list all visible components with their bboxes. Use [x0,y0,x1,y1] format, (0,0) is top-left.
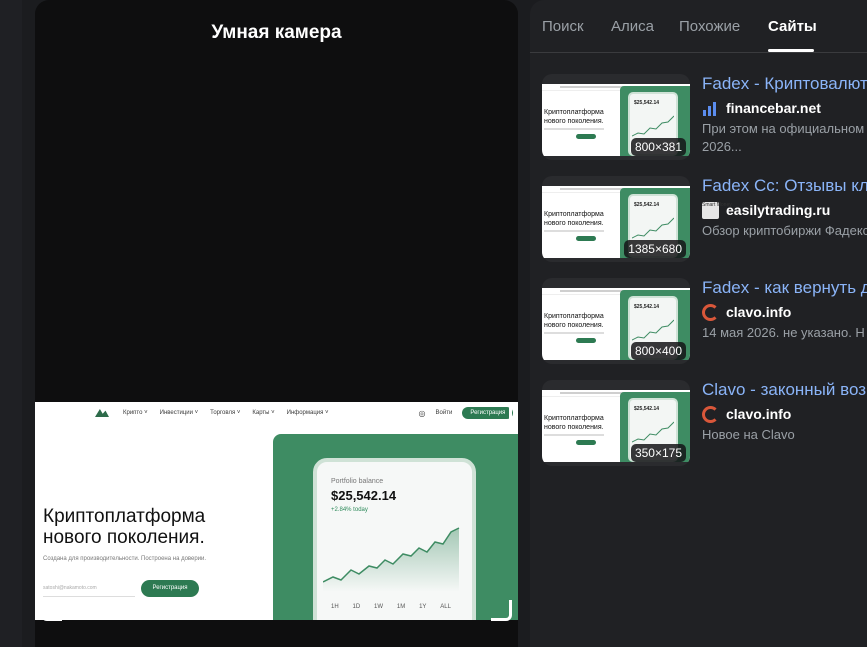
image-viewer: Умная камера Крипто ˅ Инвестиции ˅ Торго… [35,0,518,647]
range-1y: 1Y [419,604,427,610]
thumb-chart [632,319,674,341]
viewer-title: Умная камера [211,22,342,43]
result-thumbnail[interactable]: Криптоплатформа нового поколения. $25,54… [542,278,690,364]
thumb-chart [632,421,674,443]
chart-ranges: 1H 1D 1W 1M 1Y ALL [331,604,451,610]
thumb-balance: $25,542.14 [634,304,660,310]
thumb-button [576,134,596,139]
hero-subtitle: Создана для производительности. Построен… [43,556,207,562]
thumb-chart [632,115,674,137]
result-title[interactable]: Fadex - Криптовалютная [702,74,867,94]
thumb-balance: $25,542.14 [634,100,660,106]
image-size-badge: 350×175 [630,444,686,462]
result-description: 14 мая 2026. не указано. Н [702,325,865,340]
tab-similar[interactable]: Похожие [679,18,740,35]
result-source[interactable]: clavo.info [702,303,791,321]
crop-corner-top-right[interactable] [491,402,512,423]
result-title[interactable]: Clavo - законный возврат [702,380,867,400]
login-link: Войти [435,410,453,416]
nav-link: Торговля ˅ [210,410,241,416]
range-all: ALL [440,604,451,610]
thumb-subtitle [544,434,604,436]
thumb-balance: $25,542.14 [634,202,660,208]
result-site: clavo.info [726,406,792,422]
result-site: financebar.net [726,100,821,116]
result-title[interactable]: Fadex Cc: Отзывы клиентов [702,176,867,196]
result-description: Новое на Clavo [702,427,795,442]
balance-change: +2.84% today [331,507,368,513]
thumb-chart [632,217,674,239]
range-1m: 1M [396,604,406,610]
balance-label: Portfolio balance [331,478,384,485]
thumb-subtitle [544,332,604,334]
balance-value: $25,542.14 [331,488,397,503]
thumb-title: Криптоплатформа нового поколения. [544,415,604,431]
nav-link: Инвестиции ˅ [159,410,199,416]
results-panel: Поиск Алиса Похожие Сайты Криптоплатформ… [530,0,867,647]
active-tab-indicator [768,49,814,52]
result-item[interactable]: Криптоплатформа нового поколения. $25,54… [542,278,867,364]
globe-icon: ◎ [418,408,426,418]
tab-search[interactable]: Поиск [542,18,584,35]
thumb-subtitle [544,230,604,232]
tab-alice[interactable]: Алиса [611,18,654,35]
thumb-subtitle [544,128,604,130]
thumb-title: Криптоплатформа нового поколения. [544,109,604,125]
thumb-button [576,440,596,445]
result-item[interactable]: Криптоплатформа нового поколения. $25,54… [542,176,867,262]
smart-money-icon: Smart Money [702,201,732,219]
image-size-badge: 800×400 [630,342,686,360]
thumb-title: Криптоплатформа нового поколения. [544,313,604,329]
hero-register-button: Регистрация [141,580,199,597]
left-sidebar-strip [0,0,22,647]
hero-email-input: satoshi@nakamoto.com [43,580,135,597]
viewer-screenshot[interactable]: Крипто ˅ Инвестиции ˅ Торговля ˅ Карты ˅… [35,402,518,620]
nav-link: Крипто ˅ [123,410,148,416]
thumb-button [576,338,596,343]
result-site: easilytrading.ru [726,202,831,218]
site-logo-icon [95,409,109,417]
result-description: Обзор криптобиржи Фадекс [702,223,867,238]
result-item[interactable]: Криптоплатформа нового поколения. $25,54… [542,74,867,160]
balance-chart [323,527,460,592]
image-size-badge: 800×381 [630,138,686,156]
result-thumbnail[interactable]: Криптоплатформа нового поколения. $25,54… [542,74,690,160]
hero-title: Криптоплатформа нового поколения. [43,506,206,548]
result-thumbnail[interactable]: Криптоплатформа нового поколения. $25,54… [542,380,690,466]
result-site: clavo.info [726,304,792,320]
tab-bar: Поиск Алиса Похожие Сайты [530,0,867,53]
range-1h: 1H [331,604,339,610]
image-size-badge: 1385×680 [624,240,686,258]
thumb-button [576,236,596,241]
result-title[interactable]: Fadex - как вернуть деньги [702,278,867,298]
crop-corner-bottom-right[interactable] [491,600,512,621]
crop-corner-top-left[interactable] [41,402,62,423]
thumb-title: Криптоплатформа нового поколения. [544,211,604,227]
tab-sites[interactable]: Сайты [768,18,817,35]
result-description: При этом на официальном 2026... [702,121,865,154]
bars-icon [702,100,719,117]
ring-icon [702,405,719,423]
screenshot-nav: Крипто ˅ Инвестиции ˅ Торговля ˅ Карты ˅… [35,402,518,424]
nav-link: Карты ˅ [252,410,275,416]
range-1d: 1D [352,604,361,610]
result-thumbnail[interactable]: Криптоплатформа нового поколения. $25,54… [542,176,690,262]
phone-mockup: Portfolio balance $25,542.14 +2.84% toda… [313,458,476,620]
ring-icon [702,303,719,321]
thumb-balance: $25,542.14 [634,406,660,412]
crop-corner-bottom-left[interactable] [41,600,62,621]
result-item[interactable]: Криптоплатформа нового поколения. $25,54… [542,380,867,466]
result-source[interactable]: Smart Money easilytrading.ru [702,201,830,219]
result-source[interactable]: clavo.info [702,405,791,423]
range-1w: 1W [374,604,384,610]
nav-link: Информация ˅ [286,410,329,416]
result-source[interactable]: financebar.net [702,99,821,117]
